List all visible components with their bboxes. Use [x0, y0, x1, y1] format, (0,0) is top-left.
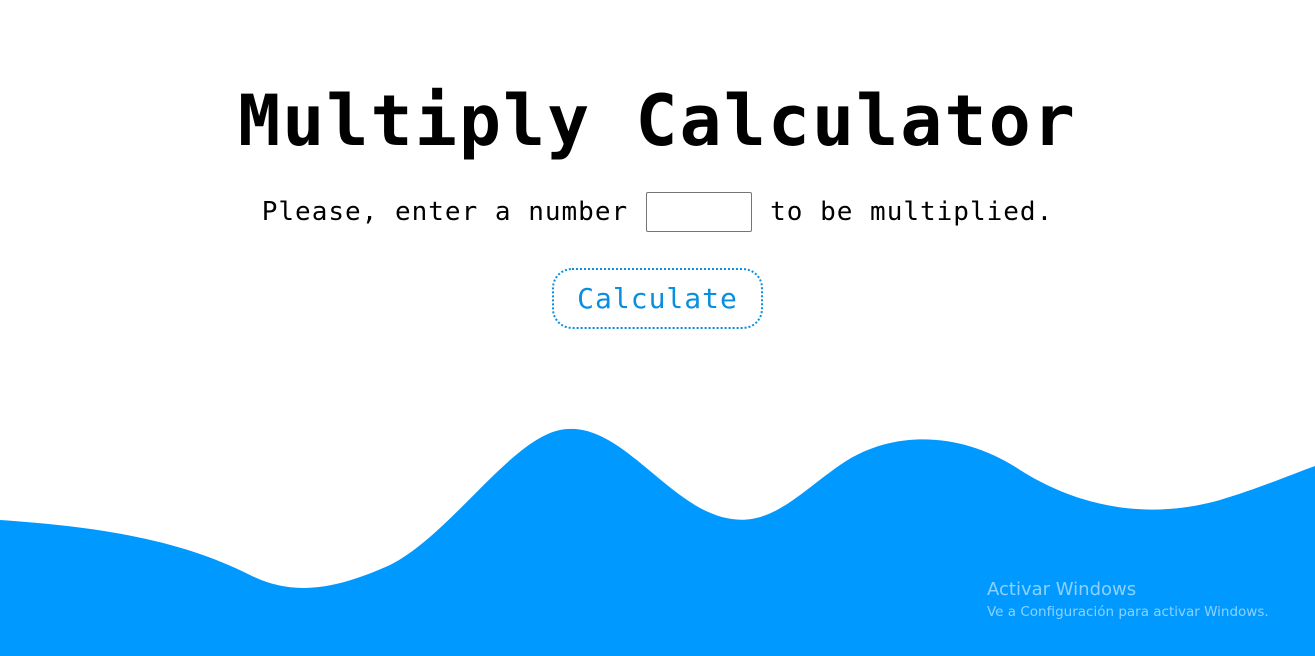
calculate-button[interactable]: Calculate — [552, 268, 763, 329]
page-title: Multiply Calculator — [238, 80, 1077, 162]
prompt-text-after: to be multiplied. — [770, 197, 1054, 227]
prompt-text-before: Please, enter a number — [261, 197, 629, 227]
number-prompt-row: Please, enter a number to be multiplied. — [0, 192, 1315, 232]
watermark-subtitle: Ve a Configuración para activar Windows. — [987, 604, 1269, 620]
number-input[interactable] — [646, 192, 753, 232]
page: Multiply Calculator Please, enter a numb… — [0, 0, 1315, 656]
watermark-title: Activar Windows — [987, 579, 1137, 600]
windows-activation-watermark: Activar Windows Ve a Configuración para … — [987, 578, 1269, 622]
